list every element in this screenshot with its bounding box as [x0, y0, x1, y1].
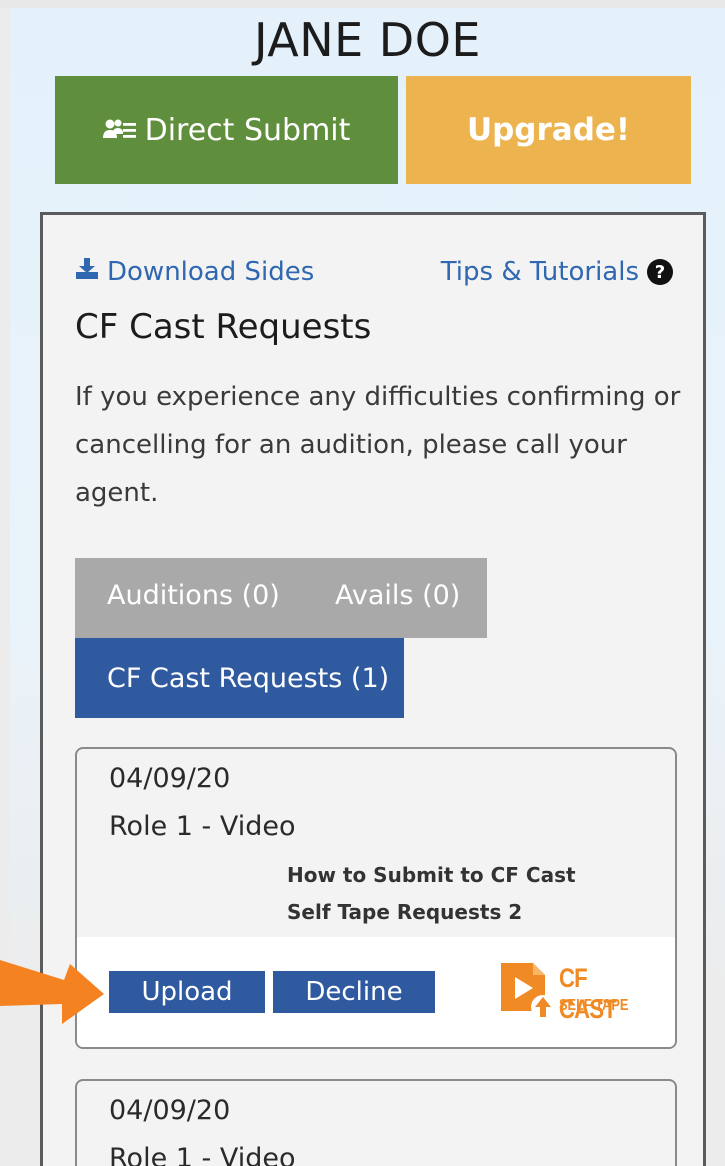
- tab-row-inactive: Auditions (0) Avails (0): [75, 558, 487, 638]
- upload-button[interactable]: Upload: [109, 971, 265, 1013]
- download-icon: [75, 257, 99, 287]
- logo-line-1: CF CAST: [559, 963, 617, 1024]
- help-description: If you experience any difficulties confi…: [75, 382, 681, 508]
- panel-links-row: Download Sides Tips & Tutorials ?: [75, 257, 675, 293]
- tab-cf-cast-requests[interactable]: CF Cast Requests (1): [75, 638, 404, 718]
- request-card: 04/09/20 Role 1 - Video: [75, 1079, 677, 1166]
- decline-button[interactable]: Decline: [273, 971, 435, 1013]
- section-title: CF Cast Requests: [75, 307, 372, 347]
- request-role: Role 1 - Video: [109, 811, 296, 842]
- how-to-submit-link[interactable]: How to Submit to CF Cast Self Tape Reque…: [287, 857, 576, 931]
- request-actions: Upload Decline CF CAST SELF TAPE: [77, 937, 675, 1047]
- upgrade-label: Upgrade!: [466, 112, 631, 148]
- upgrade-button[interactable]: Upgrade!: [406, 76, 691, 184]
- tips-tutorials-label: Tips & Tutorials: [440, 257, 639, 287]
- download-sides-link[interactable]: Download Sides: [75, 257, 314, 287]
- tab-auditions[interactable]: Auditions (0): [107, 580, 280, 611]
- request-date: 04/09/20: [109, 763, 231, 794]
- direct-submit-button[interactable]: Direct Submit: [55, 76, 398, 184]
- cast-requests-panel: Download Sides Tips & Tutorials ? CF Cas…: [40, 212, 706, 1166]
- download-sides-label: Download Sides: [107, 257, 315, 287]
- pointer-arrow-icon: [0, 938, 110, 1042]
- tab-cf-cast-requests-label: CF Cast Requests (1): [107, 662, 390, 694]
- cf-cast-logo-icon: CF CAST SELF TAPE: [499, 961, 649, 1024]
- how-to-line-1: How to Submit to CF Cast: [287, 863, 576, 887]
- logo-line-2: SELF TAPE: [559, 997, 629, 1014]
- request-date: 04/09/20: [109, 1095, 231, 1126]
- actor-name: JANE DOE: [253, 13, 481, 67]
- request-role: Role 1 - Video: [109, 1143, 296, 1166]
- top-border: [0, 0, 725, 8]
- direct-submit-label: Direct Submit: [144, 112, 351, 148]
- request-card: 04/09/20 Role 1 - Video How to Submit to…: [75, 747, 677, 1049]
- users-list-icon: [102, 118, 137, 142]
- how-to-line-2: Self Tape Requests 2: [287, 900, 523, 924]
- question-circle-icon: ?: [647, 259, 673, 285]
- tips-tutorials-link[interactable]: Tips & Tutorials ?: [441, 257, 673, 287]
- tab-avails[interactable]: Avails (0): [335, 580, 460, 611]
